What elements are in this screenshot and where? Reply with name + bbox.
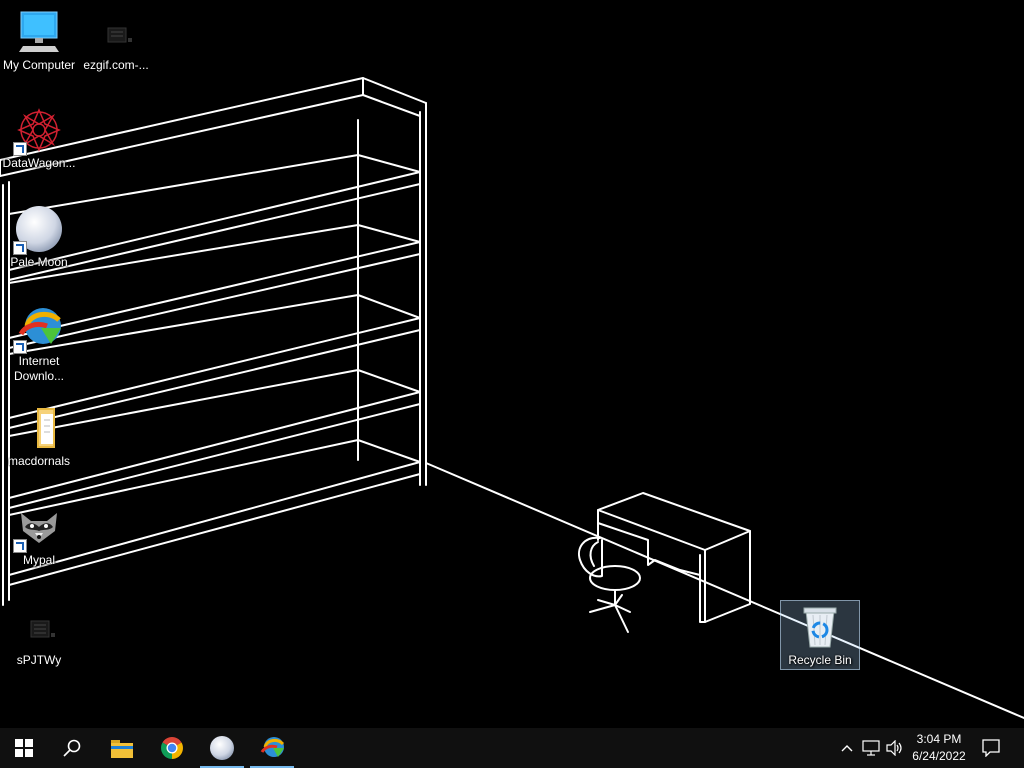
desktop-icon-label: My Computer: [2, 58, 76, 72]
desktop-icon-datawagon[interactable]: DataWagon...: [0, 106, 78, 171]
windows-start-icon: [15, 739, 33, 757]
network-icon: [862, 740, 880, 756]
taskbar-internet-download-manager[interactable]: [248, 728, 296, 768]
folder-icon: [15, 404, 63, 452]
wallpaper-line-art: [0, 77, 1024, 719]
shortcut-arrow-icon: [13, 241, 27, 255]
desktop[interactable]: My Computer ezgif.com-... DataWagon... P…: [0, 0, 1024, 728]
folder-icon: [111, 740, 133, 758]
desktop-icon-label: Recycle Bin: [788, 653, 852, 667]
clock[interactable]: 3:04 PM 6/24/2022: [902, 728, 976, 768]
taskbar-pale-moon[interactable]: [198, 728, 246, 768]
network-button[interactable]: [860, 728, 882, 768]
notification-icon: [982, 739, 1000, 757]
taskbar-file-explorer[interactable]: [98, 728, 146, 768]
start-button[interactable]: [0, 728, 48, 768]
clock-time: 3:04 PM: [916, 732, 962, 746]
pale-moon-icon: [210, 736, 234, 760]
desktop-icon-recycle-bin[interactable]: Recycle Bin: [780, 600, 860, 670]
desktop-icon-mypal[interactable]: Mypal: [0, 503, 78, 568]
desktop-icon-label: Pale Moon: [10, 255, 68, 269]
desktop-icon-label: macdornals: [7, 454, 71, 468]
internet-download-manager-icon: [13, 304, 63, 354]
pale-moon-icon: [13, 205, 63, 255]
desktop-icon-macdornals[interactable]: macdornals: [0, 404, 78, 469]
app-window-icon: [92, 8, 140, 56]
clock-date: 6/24/2022: [912, 749, 966, 763]
search-icon: [63, 739, 81, 757]
desktop-icon-ezgif[interactable]: ezgif.com-...: [77, 8, 155, 73]
desktop-icon-label: sPJTWy: [16, 653, 62, 667]
datawagon-icon: [13, 106, 63, 156]
desktop-icon-label: DataWagon...: [2, 156, 76, 170]
internet-download-manager-icon: [260, 737, 285, 757]
raccoon-icon: [13, 503, 63, 553]
app-window-icon: [15, 603, 63, 651]
chevron-up-icon: [841, 745, 853, 752]
desktop-icon-label-line1: Internet: [18, 354, 60, 368]
desktop-icon-label: Mypal: [22, 553, 55, 567]
desktop-icon-my-computer[interactable]: My Computer: [0, 8, 78, 73]
taskbar-chrome[interactable]: [148, 728, 196, 768]
recycle-bin-icon: [796, 603, 844, 651]
shortcut-arrow-icon: [13, 340, 27, 354]
shortcut-arrow-icon: [13, 539, 27, 553]
taskbar: 3:04 PM 6/24/2022: [0, 728, 1024, 768]
shortcut-arrow-icon: [13, 142, 27, 156]
show-hidden-icons-button[interactable]: [838, 728, 856, 768]
desktop-icon-label: ezgif.com-...: [83, 58, 149, 72]
action-center-button[interactable]: [978, 728, 1004, 768]
computer-icon: [15, 8, 63, 56]
desktop-icon-spjtwy[interactable]: sPJTWy: [0, 603, 78, 668]
desktop-icon-pale-moon[interactable]: Pale Moon: [0, 205, 78, 270]
desktop-icon-label-line2: Downlo...: [13, 369, 65, 383]
desktop-icon-internet-download-manager[interactable]: Internet Downlo...: [0, 304, 78, 384]
search-button[interactable]: [48, 728, 96, 768]
chrome-icon: [161, 737, 183, 759]
